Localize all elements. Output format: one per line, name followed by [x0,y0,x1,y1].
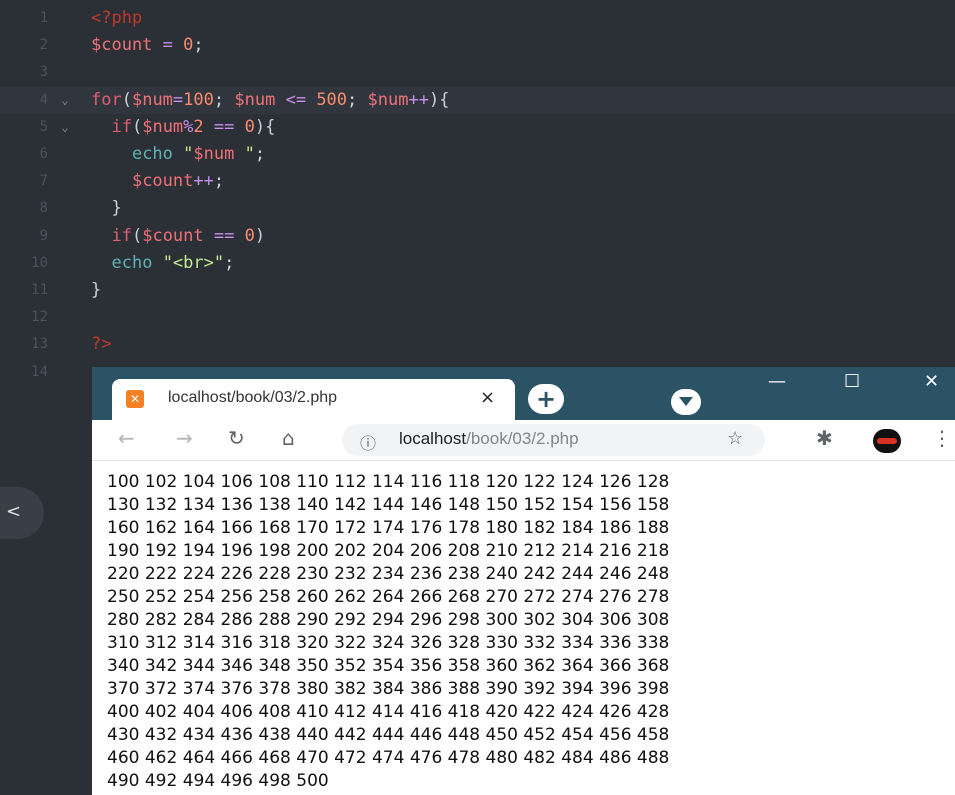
code-text: if($count == 0) [111,225,266,246]
code-text: $count = 0; [91,35,204,56]
code-line[interactable]: 12 [0,304,955,331]
code-line[interactable]: 4 ⌄ for($num=100; $num <= 500; $num++){ [0,86,955,114]
code-line[interactable]: 10 echo "<br>"; [0,250,955,277]
address-bar[interactable]: ⓘ localhost/book/03/2.php ☆ [342,424,765,456]
code-text: } [91,198,122,219]
browser-titlebar: ✕ localhost/book/03/2.php × + — ☐ ✕ [92,367,955,420]
code-text: echo "$num "; [131,144,266,164]
tab-close-icon[interactable]: × [480,387,495,408]
code-line[interactable]: 11} [0,277,955,304]
code-line[interactable]: 5 ⌄ if($num%2 == 0){ [0,114,955,141]
line-number: 8 [39,200,48,217]
back-arrow-icon[interactable]: ← [118,426,135,450]
line-number: 4 [39,91,48,108]
fold-chevron-icon[interactable]: ⌄ [58,87,72,114]
code-text: $count++; [131,171,225,192]
site-info-icon[interactable]: ⓘ [360,430,376,454]
line-number: 11 [31,282,48,298]
tab-title: localhost/book/03/2.php [168,389,338,406]
code-line[interactable]: 1 <?php [0,5,955,32]
code-text: } [91,280,102,300]
line-number: 12 [31,309,48,326]
address-url: localhost/book/03/2.php [399,429,579,448]
code-text: <?php [91,8,143,28]
code-text: if($num%2 == 0){ [111,116,276,137]
line-number: 7 [39,173,48,190]
minimize-button[interactable]: — [768,371,786,392]
line-number: 6 [39,146,48,162]
line-number: 14 [31,363,48,380]
code-line[interactable]: 8 } [0,195,955,222]
chevron-down-icon [679,397,693,406]
code-line[interactable]: 6 echo "$num "; [0,141,955,168]
fold-chevron-icon[interactable]: ⌄ [58,114,72,141]
line-number: 9 [39,227,48,244]
reload-icon[interactable]: ↻ [228,426,245,450]
close-window-button[interactable]: ✕ [924,371,939,392]
menu-kebab-icon[interactable]: ⋮ [932,426,952,450]
extensions-puzzle-icon[interactable]: ✱ [816,426,833,450]
browser-toolbar: ← → ↻ ⌂ ⓘ localhost/book/03/2.php ☆ ✱ ⋮ [92,420,955,461]
browser-tab[interactable]: ✕ localhost/book/03/2.php × [112,379,515,420]
code-line[interactable]: 2 $count = 0; [0,32,955,59]
tab-search-button[interactable] [671,389,701,415]
line-number: 5 [39,118,48,135]
code-text: ?> [91,334,112,355]
forward-arrow-icon[interactable]: → [176,426,193,450]
chevron-left-icon: < [6,501,22,522]
maximize-button[interactable]: ☐ [844,371,860,392]
code-text: for($num=100; $num <= 500; $num++){ [91,89,450,110]
line-number: 1 [39,10,48,26]
xampp-favicon-icon: ✕ [126,390,144,408]
new-tab-button[interactable]: + [528,384,564,414]
home-icon[interactable]: ⌂ [282,426,295,450]
code-line[interactable]: 9 if($count == 0) [0,223,955,250]
code-line[interactable]: 3 [0,59,955,86]
line-number: 2 [39,37,48,54]
code-line[interactable]: 13 ?> [0,331,955,358]
profile-avatar[interactable] [873,429,901,453]
line-number: 13 [31,336,48,353]
browser-window: ✕ localhost/book/03/2.php × + — ☐ ✕ ← → … [92,367,955,795]
code-line[interactable]: 7 $count++; [0,168,955,195]
bookmark-star-icon[interactable]: ☆ [727,428,743,449]
code-text: echo "<br>"; [111,252,235,273]
php-output-text: 100 102 104 106 108 110 112 114 116 118 … [107,472,670,791]
line-number: 10 [31,254,48,271]
page-content: 100 102 104 106 108 110 112 114 116 118 … [92,461,955,795]
line-number: 3 [39,64,48,81]
